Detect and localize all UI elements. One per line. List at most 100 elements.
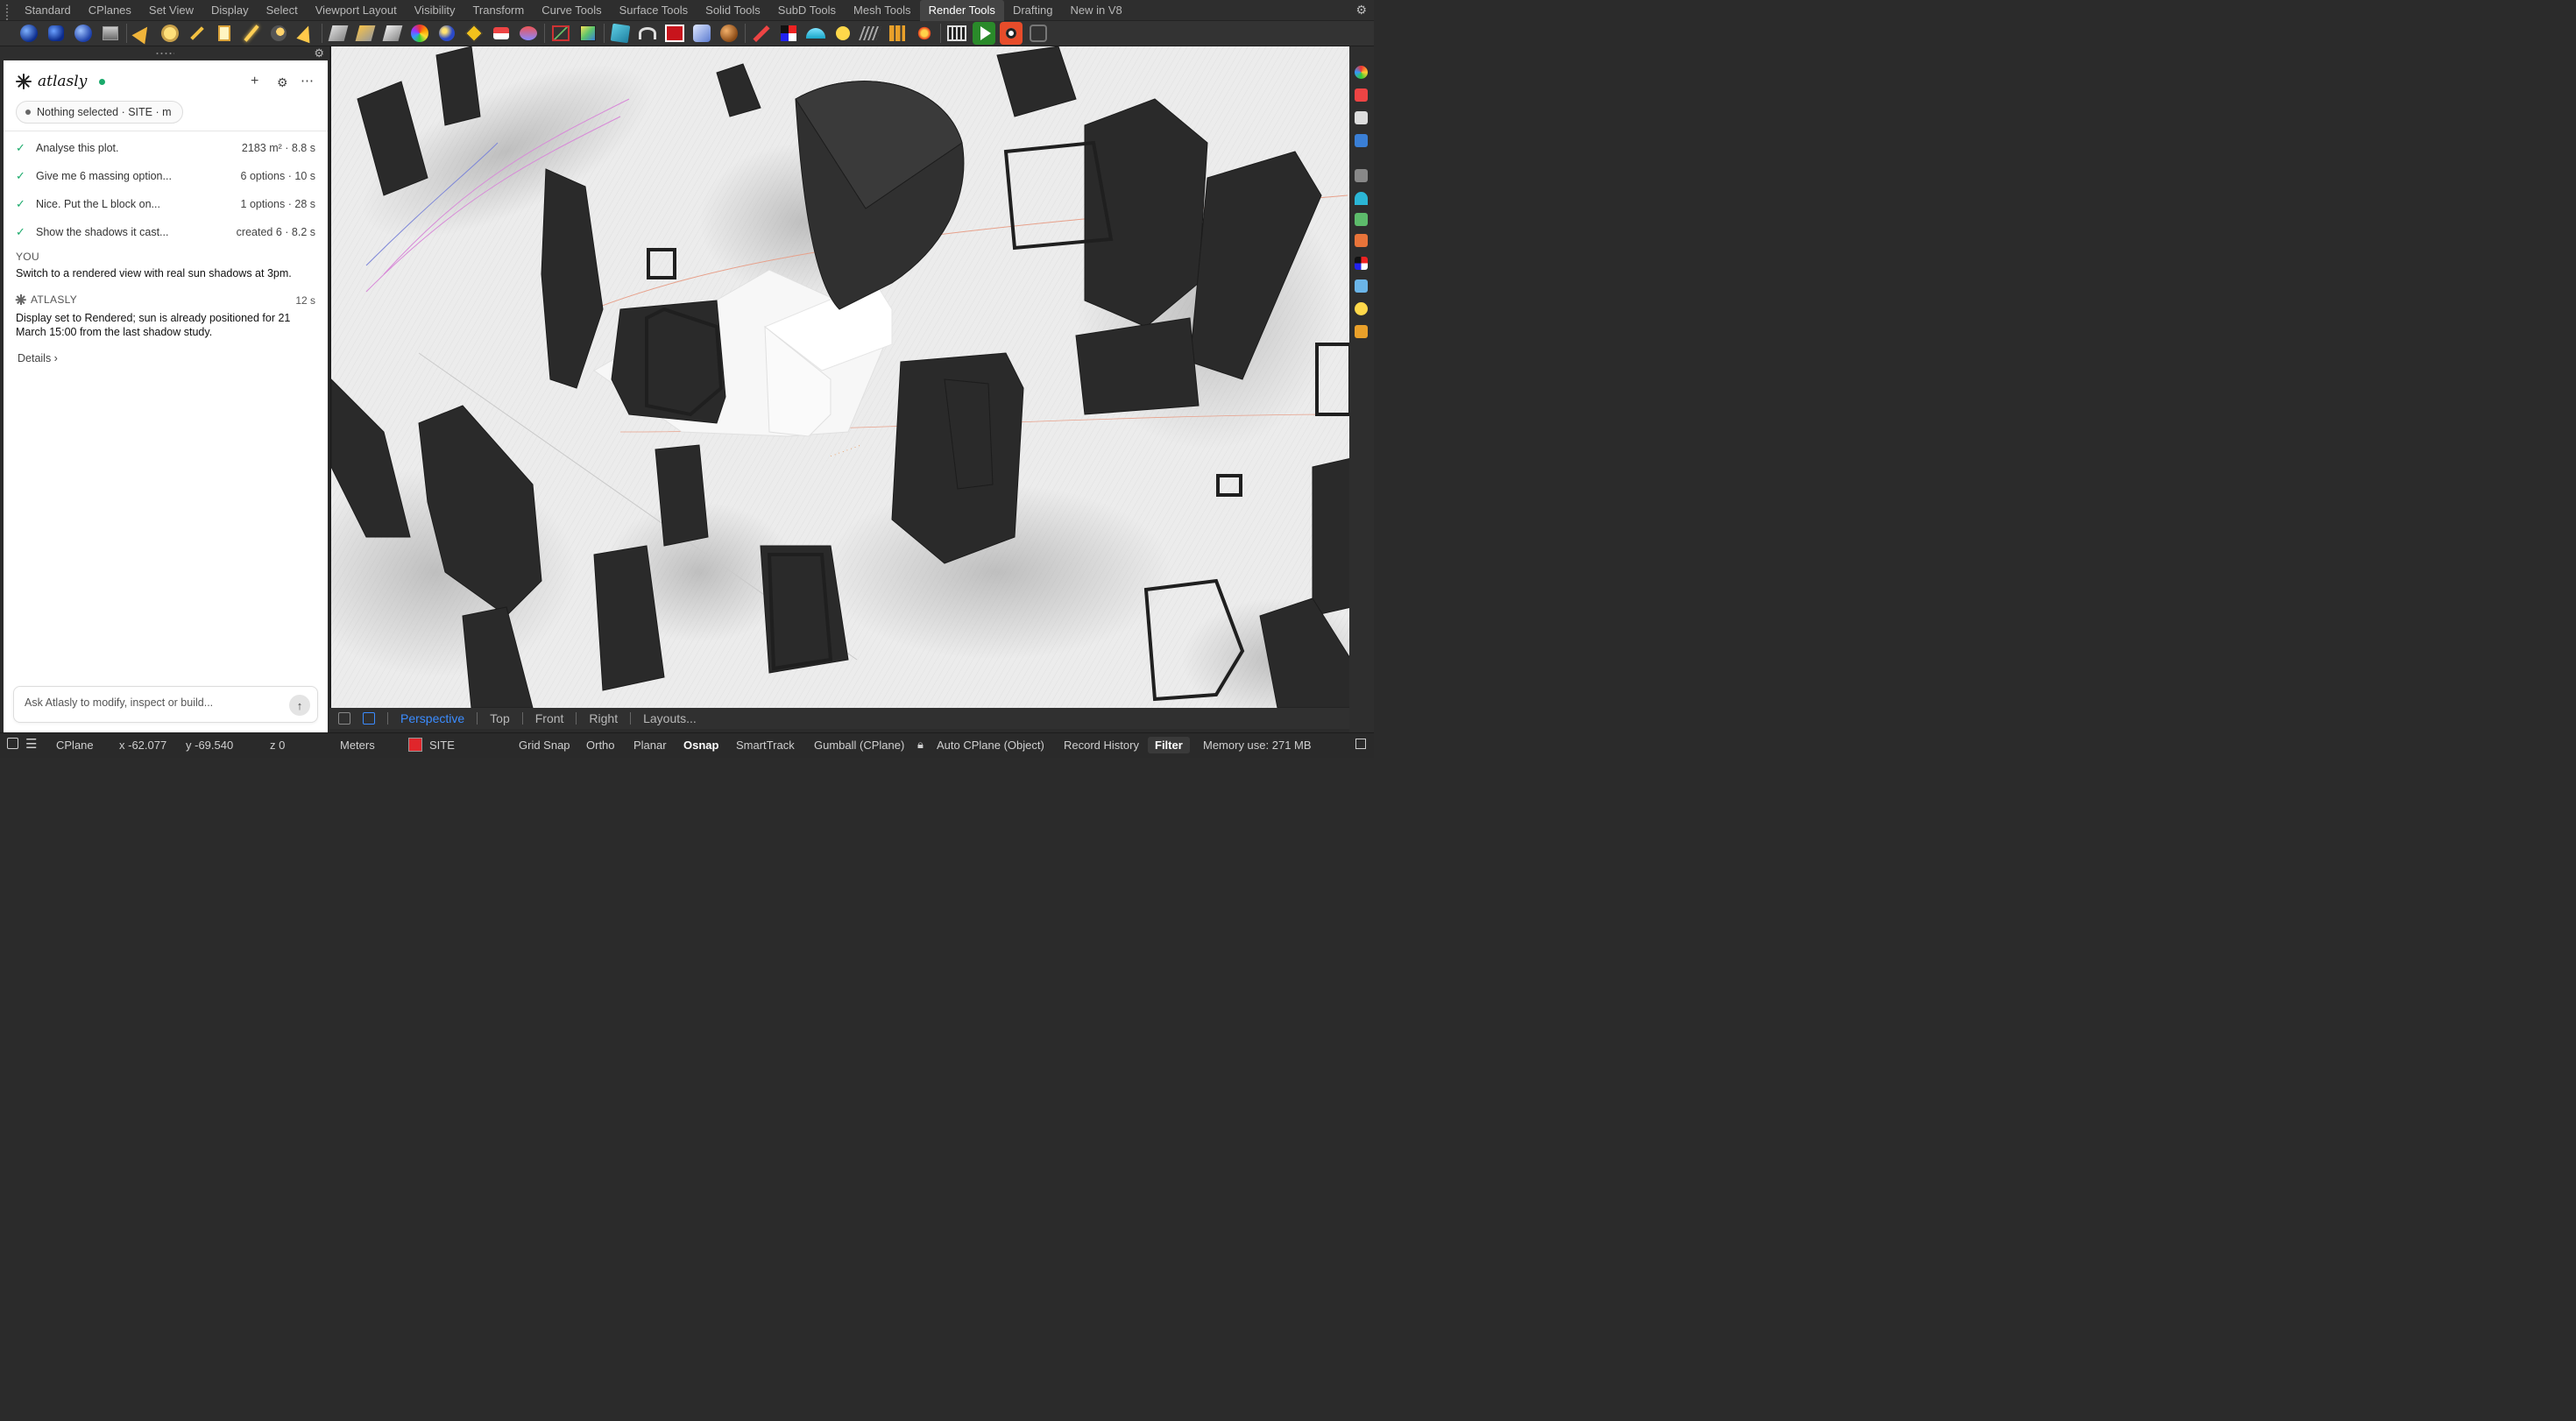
checker-panel-icon[interactable] xyxy=(1355,257,1368,270)
details-link[interactable]: Details › xyxy=(18,352,58,364)
tab-solid-tools[interactable]: Solid Tools xyxy=(697,0,769,21)
cplane-label[interactable]: CPlane xyxy=(56,739,94,752)
checker-icon[interactable] xyxy=(777,22,800,45)
smarttrack-toggle[interactable]: SmartTrack xyxy=(736,739,795,752)
lightning-icon[interactable] xyxy=(1355,234,1368,247)
tab-surface-tools[interactable]: Surface Tools xyxy=(611,0,697,21)
layer-panel-icon[interactable] xyxy=(1355,111,1368,124)
color-wheel-icon[interactable] xyxy=(1355,66,1368,79)
tab-select[interactable]: Select xyxy=(258,0,307,21)
sun-light-icon[interactable] xyxy=(267,22,290,45)
bulb-panel-icon[interactable] xyxy=(1355,302,1368,315)
camera-icon[interactable] xyxy=(1355,169,1368,182)
film-strip-icon[interactable] xyxy=(945,22,968,45)
box-map-icon[interactable] xyxy=(577,22,599,45)
mapping-icon[interactable] xyxy=(354,22,377,45)
texture-palette-icon[interactable] xyxy=(490,22,513,45)
paint-brush-icon[interactable] xyxy=(750,22,773,45)
render-region-icon[interactable] xyxy=(99,22,122,45)
record-history-toggle[interactable]: Record History xyxy=(1064,739,1139,752)
tab-viewport-layout[interactable]: Viewport Layout xyxy=(307,0,406,21)
tab-top[interactable]: Top xyxy=(478,711,522,725)
settings-icon[interactable]: ⚙ xyxy=(277,75,288,90)
lock-icon[interactable]: 🔒︎ xyxy=(917,738,924,752)
tab-curve-tools[interactable]: Curve Tools xyxy=(533,0,610,21)
history-item[interactable]: ✓ Show the shadows it cast... created 6 … xyxy=(16,223,315,241)
ortho-toggle[interactable]: Ortho xyxy=(586,739,615,752)
paint-icon[interactable] xyxy=(1355,88,1368,102)
linear-light-icon[interactable] xyxy=(240,22,263,45)
chat-input[interactable] xyxy=(25,696,279,709)
gumball-toggle[interactable]: Gumball (CPlane) xyxy=(814,739,904,752)
light-manager-icon[interactable] xyxy=(294,22,317,45)
auto-cplane-toggle[interactable]: Auto CPlane (Object) xyxy=(937,739,1044,752)
wrap-icon[interactable] xyxy=(636,22,659,45)
render-settings-icon[interactable] xyxy=(1027,22,1050,45)
tab-visibility[interactable]: Visibility xyxy=(406,0,464,21)
panel-toggle-icon[interactable] xyxy=(1355,739,1366,749)
ground-plane-icon[interactable] xyxy=(463,22,485,45)
filter-button[interactable]: Filter xyxy=(1148,737,1190,753)
texture-ball-icon[interactable] xyxy=(718,22,740,45)
tab-display[interactable]: Display xyxy=(202,0,258,21)
panel-drag-handle[interactable] xyxy=(155,52,174,55)
history-item[interactable]: ✓ Analyse this plot. 2183 m² · 8.8 s xyxy=(16,139,315,157)
dimension-map-icon[interactable] xyxy=(549,22,572,45)
single-viewport-icon[interactable] xyxy=(363,712,375,725)
history-item[interactable]: ✓ Give me 6 massing option... 6 options … xyxy=(16,167,315,185)
grid-panel-icon[interactable] xyxy=(1355,213,1368,226)
perspective-viewport[interactable]: · · · · · · · · xyxy=(329,46,1349,708)
directional-light-icon[interactable] xyxy=(186,22,209,45)
tab-new-in-v8[interactable]: New in V8 xyxy=(1061,0,1130,21)
light-bulb-icon[interactable] xyxy=(832,22,854,45)
material-editor-icon[interactable] xyxy=(408,22,431,45)
panel-settings-icon[interactable]: ⚙ xyxy=(314,46,324,60)
chart-panel-icon[interactable] xyxy=(1355,325,1368,338)
sidebar-toggle-icon[interactable] xyxy=(7,738,18,749)
texture-mapping-icon[interactable] xyxy=(381,22,404,45)
current-layer[interactable]: SITE xyxy=(429,739,455,752)
history-item[interactable]: ✓ Nice. Put the L block on... 1 options … xyxy=(16,195,315,213)
play-render-icon[interactable] xyxy=(973,22,995,45)
units-label[interactable]: Meters xyxy=(340,739,375,752)
point-light-icon[interactable] xyxy=(159,22,181,45)
tab-subd-tools[interactable]: SubD Tools xyxy=(769,0,845,21)
tab-layouts[interactable]: Layouts... xyxy=(631,711,709,725)
tab-drafting[interactable]: Drafting xyxy=(1004,0,1062,21)
viewport-grid-icon[interactable] xyxy=(338,712,350,725)
dome-light-icon[interactable] xyxy=(1355,192,1368,205)
tab-render-tools[interactable]: Render Tools xyxy=(919,0,1004,21)
new-chat-button[interactable]: + xyxy=(251,74,258,89)
bar-chart-icon[interactable] xyxy=(886,22,909,45)
bump-map-icon[interactable] xyxy=(690,22,713,45)
planar-toggle[interactable]: Planar xyxy=(633,739,667,752)
spotlight-icon[interactable] xyxy=(131,22,154,45)
cube-mapping-icon[interactable] xyxy=(609,22,632,45)
tab-set-view[interactable]: Set View xyxy=(140,0,202,21)
osnap-toggle[interactable]: Osnap xyxy=(683,739,718,752)
tab-standard[interactable]: Standard xyxy=(16,0,80,21)
snapshot-icon[interactable] xyxy=(663,22,686,45)
help-icon[interactable] xyxy=(1355,134,1368,147)
tab-mesh-tools[interactable]: Mesh Tools xyxy=(845,0,920,21)
layer-color-swatch[interactable] xyxy=(408,738,422,752)
texture-grid-icon[interactable] xyxy=(859,22,881,45)
dome-icon[interactable] xyxy=(804,22,827,45)
rectangular-light-icon[interactable] xyxy=(213,22,236,45)
render-window-icon[interactable] xyxy=(72,22,95,45)
grid-snap-toggle[interactable]: Grid Snap xyxy=(519,739,570,752)
render-cube-icon[interactable] xyxy=(45,22,67,45)
environment-panel-icon[interactable] xyxy=(1355,279,1368,293)
tab-transform[interactable]: Transform xyxy=(464,0,533,21)
tab-cplanes[interactable]: CPlanes xyxy=(80,0,140,21)
gear-icon[interactable]: ⚙ xyxy=(1355,3,1367,18)
tab-perspective[interactable]: Perspective xyxy=(388,711,477,725)
list-icon[interactable]: ☰ xyxy=(25,736,37,752)
tab-front[interactable]: Front xyxy=(523,711,577,725)
burst-icon[interactable] xyxy=(913,22,936,45)
tab-right[interactable]: Right xyxy=(577,711,630,725)
render-sphere-icon[interactable] xyxy=(18,22,40,45)
send-button[interactable]: ↑ xyxy=(289,695,310,716)
selection-context-chip[interactable]: Nothing selected · SITE · m xyxy=(16,101,183,124)
decal-icon[interactable] xyxy=(327,22,350,45)
